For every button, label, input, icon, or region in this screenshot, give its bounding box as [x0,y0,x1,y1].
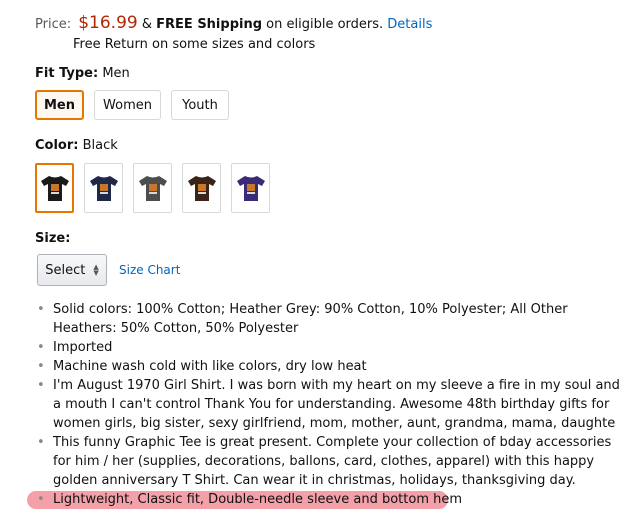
color-swatch-brown[interactable] [182,163,221,213]
bullet-dot-icon: • [37,435,45,450]
bullet-dot-icon: • [37,492,45,507]
size-heading: Size: [35,231,70,246]
size-row: Select ▲ ▼ Size Chart [37,254,180,286]
list-item-highlighted: • Lightweight, Classic fit, Double-needle… [27,490,627,509]
fit-type-options: Men Women Youth [35,90,229,120]
color-selected: Black [82,138,118,153]
color-swatch-purple[interactable] [231,163,270,213]
tshirt-black-image [40,176,69,201]
color-swatch-navy[interactable] [84,163,123,213]
color-heading: Color: Black [35,138,118,153]
bullet-dot-icon: • [37,378,45,393]
fit-option-women[interactable]: Women [94,90,161,120]
tshirt-navy-image [89,176,118,201]
tshirt-brown-image [187,176,216,201]
feature-bullets: • Solid colors: 100% Cotton; Heather Grey… [27,300,627,509]
price-row: Price: $16.99 & FREE Shipping on eligibl… [35,13,432,33]
fit-option-men[interactable]: Men [35,90,84,120]
details-link[interactable]: Details [387,17,432,32]
bullet-dot-icon: • [37,359,45,374]
list-item: • I'm August 1970 Girl Shirt. I was born … [37,378,620,431]
color-swatch-black[interactable] [35,163,74,213]
fit-option-youth[interactable]: Youth [171,90,229,120]
price-label: Price: [35,17,72,32]
eligible-orders-text: on eligible orders. [266,17,384,32]
bullet-dot-icon: • [37,340,45,355]
color-swatch-grey[interactable] [133,163,172,213]
bullet-dot-icon: • [37,302,45,317]
price-amount: $16.99 [78,13,138,33]
size-select-label: Select [45,262,86,278]
color-swatches [35,163,270,213]
amp-text: & [141,17,152,32]
list-item: • Solid colors: 100% Cotton; Heather Grey… [37,302,568,336]
size-chart-link[interactable]: Size Chart [119,263,180,277]
list-item: • Imported [37,340,113,355]
fit-type-selected: Men [102,66,130,81]
fit-type-heading: Fit Type: Men [35,66,130,81]
size-select-dropdown[interactable]: Select ▲ ▼ [37,254,107,286]
tshirt-purple-image [236,176,265,201]
list-item: • Machine wash cold with like colors, dry… [37,359,367,374]
size-label: Size: [35,231,71,246]
free-return-text: Free Return on some sizes and colors [73,37,316,52]
free-shipping-text: FREE Shipping [156,17,263,32]
list-item: • This funny Graphic Tee is great present… [37,435,612,488]
updown-arrow-icon: ▲ ▼ [93,263,99,277]
fit-type-label: Fit Type: [35,66,99,81]
color-label: Color: [35,138,79,153]
tshirt-grey-image [138,176,167,201]
